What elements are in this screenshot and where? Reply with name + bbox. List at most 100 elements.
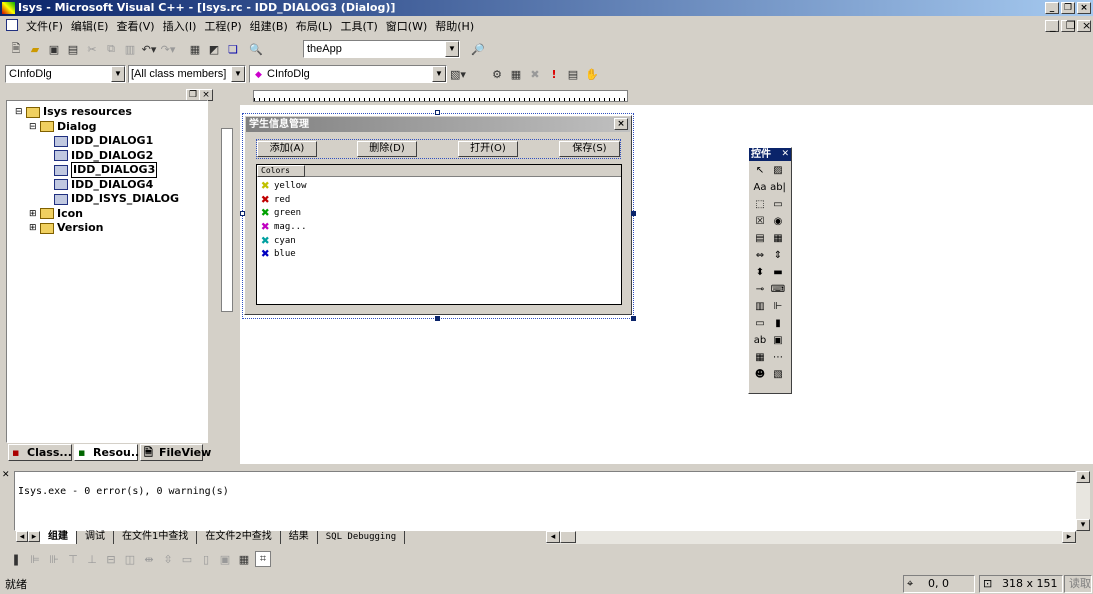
group-box-tool-icon[interactable]: ⬚ — [751, 196, 769, 213]
undo-icon[interactable]: ↶▾ — [141, 41, 157, 57]
checkbox-tool-icon[interactable]: ☒ — [751, 213, 769, 230]
same-width-icon[interactable]: ▭ — [179, 551, 195, 567]
align-bottom-icon[interactable]: ⊥ — [84, 551, 100, 567]
windows-icon[interactable]: ❏ — [225, 41, 241, 57]
menu-edit[interactable]: 编辑(E) — [67, 18, 113, 34]
combo-box-tool-icon[interactable]: ▤ — [751, 230, 769, 247]
month-calendar-tool-icon[interactable]: ▦ — [751, 349, 769, 366]
tree-item[interactable]: IDD_DIALOG2 — [7, 149, 207, 164]
compile-icon[interactable]: ▦ — [508, 66, 524, 82]
save-button[interactable]: 保存(S) — [559, 141, 620, 157]
doc-close-button[interactable]: × — [1077, 20, 1091, 32]
expander-icon[interactable]: ⊟ — [29, 120, 40, 134]
list-box-tool-icon[interactable]: ▦ — [769, 230, 787, 247]
horizontal-ruler[interactable] — [253, 90, 628, 102]
menu-window[interactable]: 窗口(W) — [382, 18, 431, 34]
output-tab[interactable]: 调试 — [77, 531, 114, 544]
execute-icon[interactable]: ! — [546, 66, 562, 82]
list-item[interactable]: ✖ blue — [257, 247, 307, 261]
wizard-action-icon[interactable]: ▧▾ — [450, 66, 466, 82]
spin-tool-icon[interactable]: ⬍ — [751, 264, 769, 281]
tree-item[interactable]: ⊞ Version — [7, 221, 207, 236]
space-down-icon[interactable]: ⇳ — [160, 551, 176, 567]
controls-toolbox[interactable]: 控件 ✕ ↖ ▨ Aa ab| ⬚ ▭ ☒ ◉ ▤ ▦ ⇔ ⇕ ⬍ ▬ ⊸ ⌨ ▥ ⊩ ▭ ▮ ab ▣ ▦ ⋯ ☻ ▧ — [748, 147, 792, 394]
animate-tool-icon[interactable]: ▮ — [769, 315, 787, 332]
align-left-icon[interactable]: ⊫ — [27, 551, 43, 567]
tab-classview[interactable]: ▪ Class... — [8, 444, 72, 461]
align-right-icon[interactable]: ⊪ — [46, 551, 62, 567]
progress-tool-icon[interactable]: ▬ — [769, 264, 787, 281]
tree-control-tool-icon[interactable]: ⊩ — [769, 298, 787, 315]
breakpoint-icon[interactable]: ▤ — [565, 66, 581, 82]
find-icon[interactable]: 🔎 — [470, 41, 486, 57]
open-button[interactable]: 打开(O) — [458, 141, 518, 157]
chevron-down-icon[interactable]: ▼ — [445, 41, 459, 57]
menu-build[interactable]: 组建(B) — [246, 18, 292, 34]
tree-item[interactable]: ⊞ Icon — [7, 207, 207, 222]
output-tab[interactable]: 组建 — [40, 531, 77, 544]
close-icon[interactable]: ✕ — [2, 470, 10, 480]
edit-box-tool-icon[interactable]: ab| — [769, 179, 787, 196]
tree-item[interactable]: ⊟ Isys resources — [7, 105, 207, 120]
picture-tool-icon[interactable]: ▨ — [769, 162, 787, 179]
save-all-icon[interactable]: ▤ — [65, 41, 81, 57]
vertical-ruler[interactable] — [221, 128, 233, 312]
colors-list[interactable]: Colors ✖ yellow ✖ red ✖ green ✖ mag... ✖ cyan ✖ blu… — [256, 164, 622, 305]
hscroll-tool-icon[interactable]: ⇔ — [751, 247, 769, 264]
dialog-form[interactable]: 学生信息管理 × 添加(A) 删除(D) 打开(O) 保存(S) Colors … — [244, 115, 632, 315]
workspace-icon[interactable]: ▦ — [187, 41, 203, 57]
find-combo[interactable]: theApp ▼ — [303, 40, 460, 58]
center-horizontal-icon[interactable]: ◫ — [122, 551, 138, 567]
menu-tools[interactable]: 工具(T) — [336, 18, 381, 34]
rich-edit-tool-icon[interactable]: ab — [751, 332, 769, 349]
output-text-area[interactable]: Isys.exe - 0 error(s), 0 warning(s) — [14, 471, 1076, 531]
chevron-down-icon[interactable]: ▼ — [432, 66, 446, 82]
redo-icon[interactable]: ↷▾ — [160, 41, 176, 57]
grid-icon[interactable]: ▦ — [236, 551, 252, 567]
menu-file[interactable]: 文件(F) — [22, 18, 67, 34]
hand-icon[interactable]: ✋ — [584, 66, 600, 82]
list-item[interactable]: ✖ yellow — [257, 179, 306, 193]
radio-tool-icon[interactable]: ◉ — [769, 213, 787, 230]
expander-icon[interactable]: ⊟ — [15, 105, 26, 119]
static-text-tool-icon[interactable]: Aa — [751, 179, 769, 196]
output-vscrollbar[interactable]: ▴ ▾ — [1076, 471, 1090, 531]
chevron-down-icon[interactable]: ▼ — [231, 66, 245, 82]
custom-tool-icon[interactable]: ☻ — [751, 366, 769, 383]
expander-icon[interactable]: ⊞ — [29, 221, 40, 235]
list-header-colors[interactable]: Colors — [257, 165, 305, 177]
button-tool-icon[interactable]: ▭ — [769, 196, 787, 213]
align-top-icon[interactable]: ⊤ — [65, 551, 81, 567]
member-combo[interactable]: ◆ CInfoDlg ▼ — [249, 65, 447, 83]
doc-minimize-button[interactable]: _ — [1045, 20, 1059, 32]
guides-icon[interactable]: ⌗ — [255, 551, 271, 567]
output-icon[interactable]: ◩ — [206, 41, 222, 57]
tree-item[interactable]: IDD_DIALOG4 — [7, 178, 207, 193]
restore-button[interactable]: ❐ — [1061, 2, 1075, 14]
vscroll-tool-icon[interactable]: ⇕ — [769, 247, 787, 264]
center-vertical-icon[interactable]: ⊟ — [103, 551, 119, 567]
list-item[interactable]: ✖ mag... — [257, 220, 306, 234]
test-dialog-icon[interactable]: ❚ — [8, 551, 24, 567]
output-hscrollbar[interactable]: ◂ ▸ — [546, 531, 1076, 544]
cut-icon[interactable]: ✂ — [84, 41, 100, 57]
class-combo[interactable]: CInfoDlg ▼ — [5, 65, 126, 83]
minimize-button[interactable]: _ — [1045, 2, 1059, 14]
output-tab[interactable]: 在文件2中查找 — [197, 531, 281, 544]
menu-project[interactable]: 工程(P) — [200, 18, 245, 34]
datetime-tool-icon[interactable]: ▣ — [769, 332, 787, 349]
same-height-icon[interactable]: ▯ — [198, 551, 214, 567]
pointer-tool-icon[interactable]: ↖ — [751, 162, 769, 179]
tab-resourceview[interactable]: ▪ Resou... — [74, 444, 143, 461]
new-file-icon[interactable]: 🗎 — [8, 41, 24, 57]
slider-tool-icon[interactable]: ⊸ — [751, 281, 769, 298]
dialog-close-button[interactable]: × — [614, 118, 628, 130]
close-icon[interactable]: ✕ — [781, 148, 789, 161]
save-icon[interactable]: ▣ — [46, 41, 62, 57]
delete-button[interactable]: 删除(D) — [357, 141, 417, 157]
controls-titlebar[interactable]: 控件 ✕ — [749, 148, 791, 161]
output-tab[interactable]: 结果 — [281, 531, 318, 544]
filter-combo[interactable]: [All class members] ▼ — [128, 65, 246, 83]
tab-control-tool-icon[interactable]: ▭ — [751, 315, 769, 332]
paste-icon[interactable]: ▥ — [122, 41, 138, 57]
